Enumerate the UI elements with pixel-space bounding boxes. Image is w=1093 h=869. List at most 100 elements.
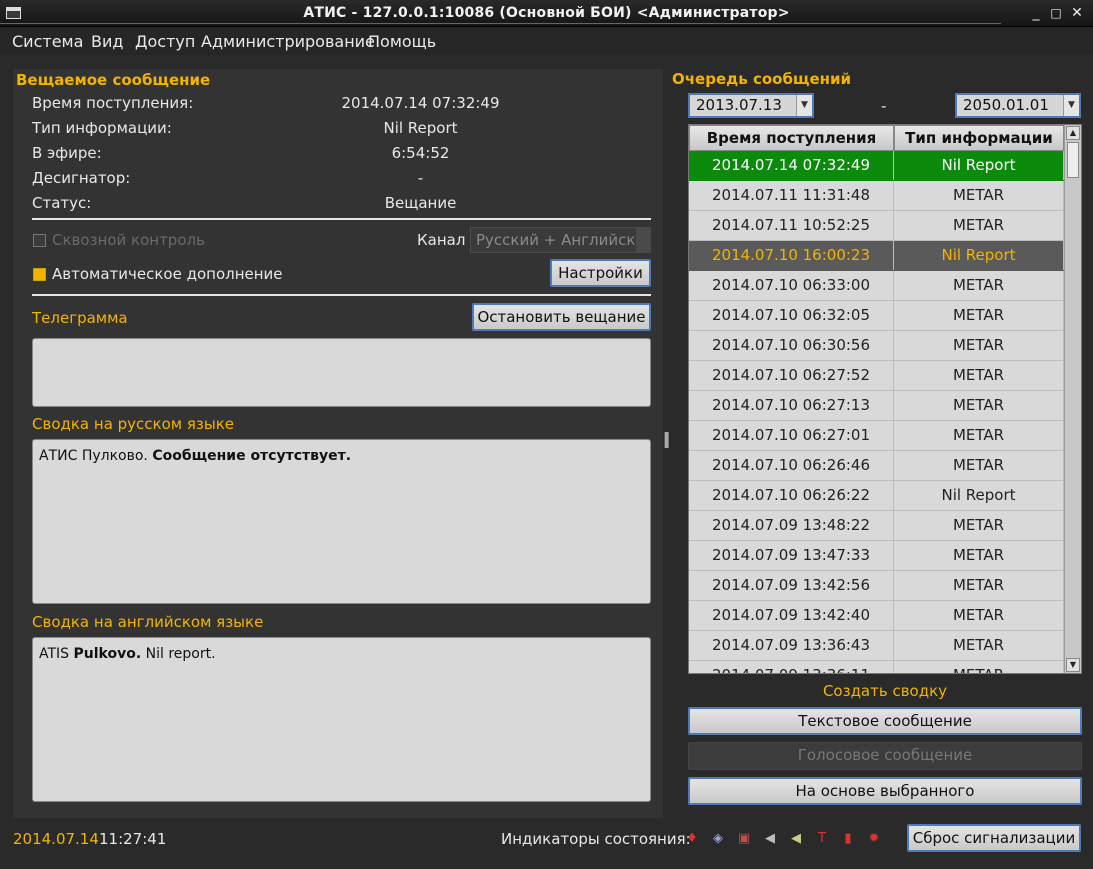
stop-broadcast-button[interactable]: Остановить вещание bbox=[472, 303, 651, 331]
table-row[interactable]: 2014.07.10 06:30:56 METAR bbox=[689, 331, 1065, 361]
alarm-indicator-icon[interactable]: ✹ bbox=[866, 831, 882, 847]
auto-append-checkbox[interactable] bbox=[33, 268, 46, 281]
cell-info-type: Nil Report bbox=[894, 241, 1064, 270]
channel-dropdown-icon[interactable] bbox=[636, 228, 650, 252]
status-bar: 2014.07.14 11:27:41 Индикаторы состояния… bbox=[0, 821, 1093, 869]
menu-bar: Система Вид Доступ Администрирование Пом… bbox=[0, 27, 1093, 55]
cell-received-time: 2014.07.10 06:32:05 bbox=[689, 301, 894, 330]
cell-received-time: 2014.07.11 10:52:25 bbox=[689, 211, 894, 240]
date-range-separator: - bbox=[881, 97, 887, 115]
english-summary-label: Сводка на английском языке bbox=[32, 613, 264, 631]
from-selected-button[interactable]: На основе выбранного bbox=[688, 777, 1082, 805]
scroll-down-icon[interactable]: ▼ bbox=[1066, 658, 1080, 672]
cell-info-type: Nil Report bbox=[894, 151, 1064, 180]
cube-indicator-icon[interactable]: ◈ bbox=[710, 831, 726, 847]
channel-value: Русский + Английски bbox=[476, 231, 646, 249]
cell-received-time: 2014.07.10 06:27:52 bbox=[689, 361, 894, 390]
maximize-icon[interactable]: □ bbox=[1047, 4, 1065, 22]
close-icon[interactable]: ✕ bbox=[1068, 4, 1086, 22]
menu-access[interactable]: Доступ bbox=[135, 32, 195, 51]
auto-append-label: Автоматическое дополнение bbox=[52, 265, 283, 283]
russian-summary-textbox[interactable]: АТИС Пулково. Сообщение отсутствует. bbox=[32, 439, 651, 604]
table-row[interactable]: 2014.07.09 13:42:40 METAR bbox=[689, 601, 1065, 631]
table-row[interactable]: 2014.07.10 06:33:00 METAR bbox=[689, 271, 1065, 301]
splitter-handle[interactable]: ▪ ▪ ▪ ▪ bbox=[664, 430, 669, 450]
telegraph-indicator-icon[interactable]: T bbox=[814, 831, 830, 847]
cell-info-type: METAR bbox=[894, 391, 1064, 420]
minimize-icon[interactable]: _ bbox=[1027, 4, 1045, 22]
column-header-received-time[interactable]: Время поступления bbox=[689, 125, 894, 151]
voice-message-button[interactable]: Голосовое сообщение bbox=[688, 742, 1082, 770]
date-to-picker[interactable]: 2050.01.01 ▼ bbox=[955, 93, 1081, 118]
chevron-down-icon[interactable]: ▼ bbox=[1063, 95, 1079, 116]
table-row[interactable]: 2014.07.09 13:36:11METAR bbox=[689, 661, 1065, 673]
title-underline bbox=[0, 23, 1001, 24]
channel-select[interactable]: Русский + Английски bbox=[470, 227, 651, 253]
menu-view[interactable]: Вид bbox=[91, 32, 123, 51]
cell-received-time: 2014.07.14 07:32:49 bbox=[689, 151, 894, 180]
settings-button[interactable]: Настройки bbox=[550, 259, 651, 287]
table-row[interactable]: 2014.07.11 11:31:48 METAR bbox=[689, 181, 1065, 211]
window-title-bar[interactable]: АТИС - 127.0.0.1:10086 (Основной БОИ) <А… bbox=[0, 0, 1093, 27]
table-row[interactable]: 2014.07.09 13:36:43 METAR bbox=[689, 631, 1065, 661]
text-message-button[interactable]: Текстовое сообщение bbox=[688, 707, 1082, 735]
menu-help[interactable]: Помощь bbox=[368, 32, 436, 51]
cell-received-time: 2014.07.09 13:36:43 bbox=[689, 631, 894, 660]
divider bbox=[32, 294, 651, 296]
cell-received-time: 2014.07.10 06:33:00 bbox=[689, 271, 894, 300]
cell-info-type: METAR bbox=[894, 571, 1064, 600]
microphone-indicator-icon[interactable]: ♦ bbox=[684, 831, 700, 847]
server-indicator-icon[interactable]: ▣ bbox=[736, 831, 752, 847]
speaker-indicator-icon[interactable]: ◀ bbox=[762, 831, 778, 847]
cell-received-time: 2014.07.11 11:31:48 bbox=[689, 181, 894, 210]
menu-administration[interactable]: Администрирование bbox=[201, 32, 375, 51]
on-air-value: 6:54:52 bbox=[391, 144, 450, 162]
date-from-picker[interactable]: 2013.07.13 ▼ bbox=[688, 93, 814, 118]
cell-info-type: METAR bbox=[894, 301, 1064, 330]
table-scrollbar[interactable]: ▲ ▼ bbox=[1064, 125, 1081, 673]
cell-received-time: 2014.07.09 13:36:11 bbox=[689, 661, 894, 673]
english-summary-bold: Pulkovo. bbox=[73, 646, 142, 662]
cell-info-type: METAR bbox=[894, 631, 1064, 660]
chevron-down-icon[interactable]: ▼ bbox=[796, 95, 812, 116]
info-type-label: Тип информации: bbox=[32, 119, 172, 137]
table-row[interactable]: 2014.07.09 13:42:56 METAR bbox=[689, 571, 1065, 601]
end-to-end-control-checkbox[interactable] bbox=[33, 234, 46, 247]
divider bbox=[32, 218, 651, 220]
scroll-up-icon[interactable]: ▲ bbox=[1066, 126, 1080, 140]
create-summary-label: Создать сводку bbox=[822, 682, 948, 700]
reset-alarm-button[interactable]: Сброс сигнализации bbox=[907, 824, 1081, 852]
table-row[interactable]: 2014.07.10 06:27:52 METAR bbox=[689, 361, 1065, 391]
table-row[interactable]: 2014.07.10 06:26:46 METAR bbox=[689, 451, 1065, 481]
russian-summary-plain: АТИС Пулково. bbox=[39, 448, 153, 464]
table-row[interactable]: 2014.07.11 10:52:25 METAR bbox=[689, 211, 1065, 241]
cell-info-type: METAR bbox=[894, 661, 1064, 673]
table-row[interactable]: 2014.07.10 06:32:05 METAR bbox=[689, 301, 1065, 331]
table-row[interactable]: 2014.07.09 13:48:22 METAR bbox=[689, 511, 1065, 541]
table-row[interactable]: 2014.07.09 13:47:33 METAR bbox=[689, 541, 1065, 571]
cell-info-type: METAR bbox=[894, 181, 1064, 210]
english-summary-textbox[interactable]: ATIS Pulkovo. Nil report. bbox=[32, 637, 651, 802]
received-time-label: Время поступления: bbox=[32, 94, 194, 112]
database-indicator-icon[interactable]: ▮ bbox=[840, 831, 856, 847]
cell-received-time: 2014.07.10 06:26:46 bbox=[689, 451, 894, 480]
menu-system[interactable]: Система bbox=[12, 32, 83, 51]
status-date: 2014.07.14 bbox=[13, 830, 99, 848]
telegram-textbox[interactable] bbox=[32, 338, 651, 407]
table-row[interactable]: 2014.07.10 06:27:01 METAR bbox=[689, 421, 1065, 451]
message-queue-table[interactable]: Время поступления Тип информации 2014.07… bbox=[688, 124, 1082, 674]
table-row[interactable]: 2014.07.14 07:32:49 Nil Report bbox=[689, 151, 1065, 181]
queue-heading: Очередь сообщений bbox=[672, 70, 852, 88]
table-row[interactable]: 2014.07.10 06:27:13 METAR bbox=[689, 391, 1065, 421]
speaker-alert-indicator-icon[interactable]: ◀ bbox=[788, 831, 804, 847]
english-summary-plain-end: Nil report. bbox=[141, 646, 216, 662]
table-row[interactable]: 2014.07.10 16:00:23 Nil Report bbox=[689, 241, 1065, 271]
scroll-thumb[interactable] bbox=[1067, 142, 1079, 178]
info-type-value: Nil Report bbox=[383, 119, 458, 137]
column-header-info-type[interactable]: Тип информации bbox=[894, 125, 1064, 151]
table-row[interactable]: 2014.07.10 06:26:22 Nil Report bbox=[689, 481, 1065, 511]
date-to-value: 2050.01.01 bbox=[963, 96, 1049, 114]
cell-received-time: 2014.07.09 13:48:22 bbox=[689, 511, 894, 540]
on-air-label: В эфире: bbox=[32, 144, 102, 162]
cell-received-time: 2014.07.09 13:42:56 bbox=[689, 571, 894, 600]
